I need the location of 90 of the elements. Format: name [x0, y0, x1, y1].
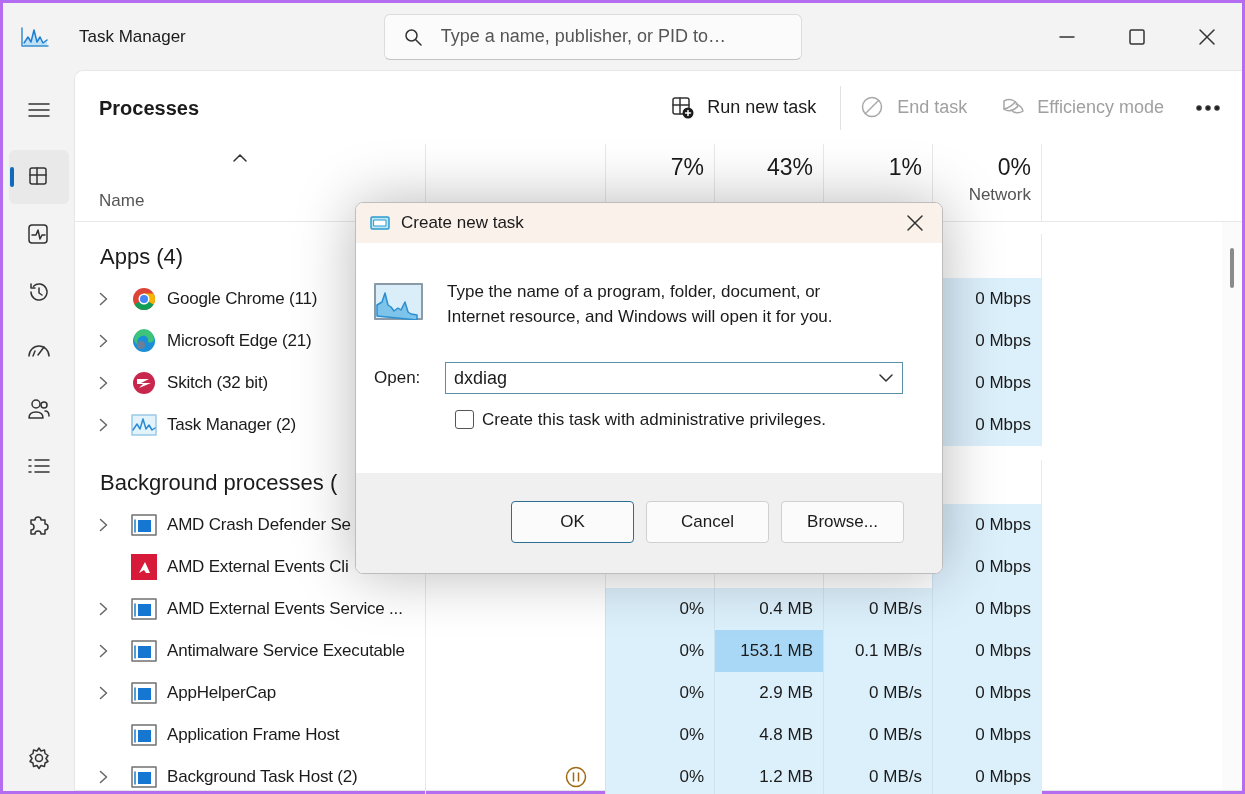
table-cell: 0 MB/s	[823, 714, 932, 756]
skitch-icon	[131, 370, 157, 396]
users-icon	[26, 397, 51, 421]
table-cell: 0 Mbps	[932, 588, 1041, 630]
chrome-icon	[131, 286, 157, 312]
page-title: Processes	[99, 95, 200, 120]
chevron-icon[interactable]	[99, 292, 108, 306]
chevron-icon[interactable]	[99, 644, 108, 658]
window-icon	[370, 215, 390, 231]
pulse-icon	[26, 223, 51, 247]
checkbox[interactable]	[455, 410, 474, 430]
table-cell: 0 MB/s	[823, 756, 932, 794]
close-icon[interactable]	[1198, 27, 1216, 46]
group-title: Apps (4)	[99, 242, 184, 271]
process-name: Task Manager (2)	[167, 414, 297, 437]
table-cell: 1.2 MB	[714, 756, 823, 794]
table-cell: 0 MB/s	[823, 588, 932, 630]
close-icon	[906, 214, 924, 232]
chevron-icon[interactable]	[99, 334, 108, 348]
edge-icon	[131, 328, 157, 354]
table-cell: 0 MB/s	[823, 672, 932, 714]
table-cell: 4.8 MB	[714, 714, 823, 756]
chevron-icon[interactable]	[99, 376, 108, 390]
table-cell: 0 Mbps	[932, 756, 1041, 794]
window-icon	[131, 596, 157, 622]
dialog-button[interactable]: Browse...	[781, 501, 904, 543]
window-icon	[131, 512, 157, 538]
process-name: AppHelperCap	[167, 682, 277, 705]
table-cell: 0.4 MB	[714, 588, 823, 630]
process-name: Antimalware Service Executable	[167, 640, 405, 663]
chevron-icon[interactable]	[99, 602, 108, 616]
chevron-icon[interactable]	[99, 770, 108, 784]
dialog-button[interactable]: OK	[511, 501, 634, 543]
table-cell: 0%	[605, 630, 714, 672]
window-title: Task Manager	[79, 25, 186, 48]
dialog-button[interactable]: Cancel	[646, 501, 769, 543]
dialog-title: Create new task	[401, 212, 524, 235]
table-cell: 153.1 MB	[714, 630, 823, 672]
table-cell: 0%	[605, 588, 714, 630]
amd-icon	[131, 554, 157, 580]
chevron-icon[interactable]	[99, 686, 108, 700]
column-header[interactable]: Network	[968, 181, 1031, 208]
process-name: Microsoft Edge (21)	[167, 330, 312, 353]
field-label: Open:	[374, 367, 422, 390]
scroll-thumb[interactable]	[1230, 248, 1234, 288]
search-icon	[403, 27, 422, 46]
sort-caret-icon[interactable]	[233, 154, 247, 162]
process-name: AMD Crash Defender Se	[167, 514, 351, 537]
table-cell: 0%	[605, 756, 714, 794]
dropdown-icon[interactable]	[879, 374, 893, 382]
selection-indicator	[9, 167, 14, 187]
table-cell: 0 Mbps	[932, 714, 1041, 756]
chevron-icon[interactable]	[99, 518, 108, 532]
window-icon	[131, 638, 157, 664]
graph-icon	[131, 412, 157, 438]
open-field[interactable]: dxdiag	[445, 362, 903, 394]
column-usage: 7%	[670, 154, 704, 182]
process-name: Skitch (32 bit)	[167, 372, 268, 395]
table-cell: 0 Mbps	[932, 546, 1041, 588]
graph-icon	[374, 283, 423, 320]
chevron-icon[interactable]	[99, 418, 108, 432]
run-task-icon	[671, 95, 696, 120]
more-icon	[1196, 105, 1220, 112]
table-cell: 0.1 MB/s	[823, 630, 932, 672]
group-title: Background processes (	[99, 468, 338, 497]
table-cell: 0%	[605, 714, 714, 756]
process-name: Google Chrome (11)	[167, 288, 318, 311]
gear-icon	[26, 746, 51, 770]
table-cell: 0 Mbps	[932, 630, 1041, 672]
sidebar-item[interactable]	[8, 150, 69, 204]
scrollbar[interactable]	[1222, 222, 1242, 790]
maximize-icon[interactable]	[1128, 27, 1146, 46]
column-usage: 0%	[997, 154, 1031, 182]
dialog-message: Type the name of a program, folder, document, or Internet resource, and Windows will open it for you.	[447, 281, 834, 328]
process-name: AMD External Events Service ...	[167, 598, 403, 621]
column-header[interactable]: Name	[99, 187, 145, 213]
toolbar-button[interactable]: Run new task	[661, 88, 827, 127]
table-cell: 2.9 MB	[714, 672, 823, 714]
app-logo-icon	[21, 25, 49, 48]
window-icon	[131, 680, 157, 706]
table-cell: 0 Mbps	[932, 672, 1041, 714]
process-name: AMD External Events Cli	[167, 556, 349, 579]
process-name: Background Task Host (2)	[167, 766, 358, 789]
process-name: Application Frame Host	[167, 724, 340, 747]
table-cell: 0%	[605, 672, 714, 714]
column-usage: 43%	[766, 154, 813, 182]
search-field[interactable]: Type a name, publisher, or PID to…	[383, 13, 802, 60]
column-usage: 1%	[888, 154, 922, 182]
window-icon	[131, 722, 157, 748]
checkbox-label: Create this task with administrative privileges.	[482, 409, 826, 431]
